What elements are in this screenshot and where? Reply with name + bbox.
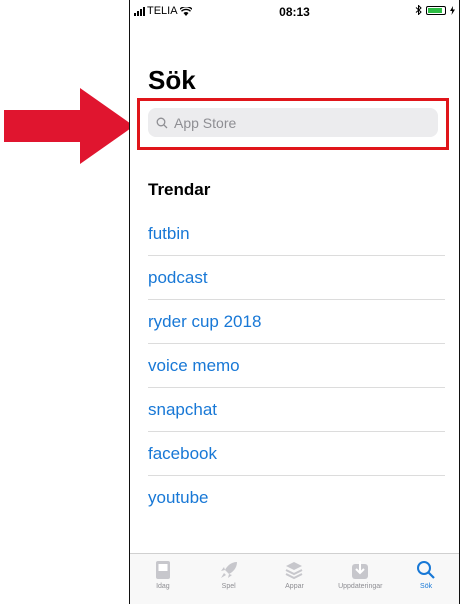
charging-icon <box>450 5 455 15</box>
tab-search[interactable]: Sök <box>396 554 456 604</box>
status-right <box>415 5 455 15</box>
tab-label: Appar <box>285 583 304 590</box>
trend-item[interactable]: voice memo <box>148 344 445 388</box>
search-field[interactable] <box>148 108 438 137</box>
phone-screen: TELIA 08:13 Sök Trenda <box>129 0 460 604</box>
tab-games[interactable]: Spel <box>199 554 259 604</box>
tab-label: Uppdateringar <box>338 583 383 590</box>
today-icon <box>155 561 170 579</box>
trend-item[interactable]: facebook <box>148 432 445 476</box>
battery-icon <box>426 5 446 15</box>
trend-item[interactable]: snapchat <box>148 388 445 432</box>
tab-apps[interactable]: Appar <box>264 554 324 604</box>
search-icon <box>156 117 168 128</box>
bluetooth-icon <box>415 5 422 15</box>
tab-updates[interactable]: Uppdateringar <box>330 554 390 604</box>
status-bar: TELIA 08:13 <box>130 0 459 22</box>
rocket-icon <box>220 562 237 578</box>
tab-bar: Idag Spel Appar Uppdateringar Sök <box>130 553 459 604</box>
trend-item[interactable]: futbin <box>148 212 445 256</box>
layers-icon <box>286 562 303 580</box>
trend-list: futbin podcast ryder cup 2018 voice memo… <box>148 212 459 519</box>
search-highlight-box <box>137 98 449 150</box>
tab-label: Idag <box>156 583 170 590</box>
status-time: 08:13 <box>279 5 310 19</box>
tab-label: Spel <box>221 583 236 590</box>
search-input[interactable] <box>172 113 376 132</box>
tab-today[interactable]: Idag <box>133 554 193 604</box>
search-icon <box>417 561 435 579</box>
tab-label: Sök <box>420 583 433 590</box>
trend-item[interactable]: youtube <box>148 476 445 519</box>
annotation-arrow <box>4 88 134 164</box>
download-icon <box>352 561 369 579</box>
trend-item[interactable]: ryder cup 2018 <box>148 300 445 344</box>
trends-heading: Trendar <box>148 180 211 199</box>
trend-item[interactable]: podcast <box>148 256 445 300</box>
page-title: Sök <box>148 65 196 95</box>
